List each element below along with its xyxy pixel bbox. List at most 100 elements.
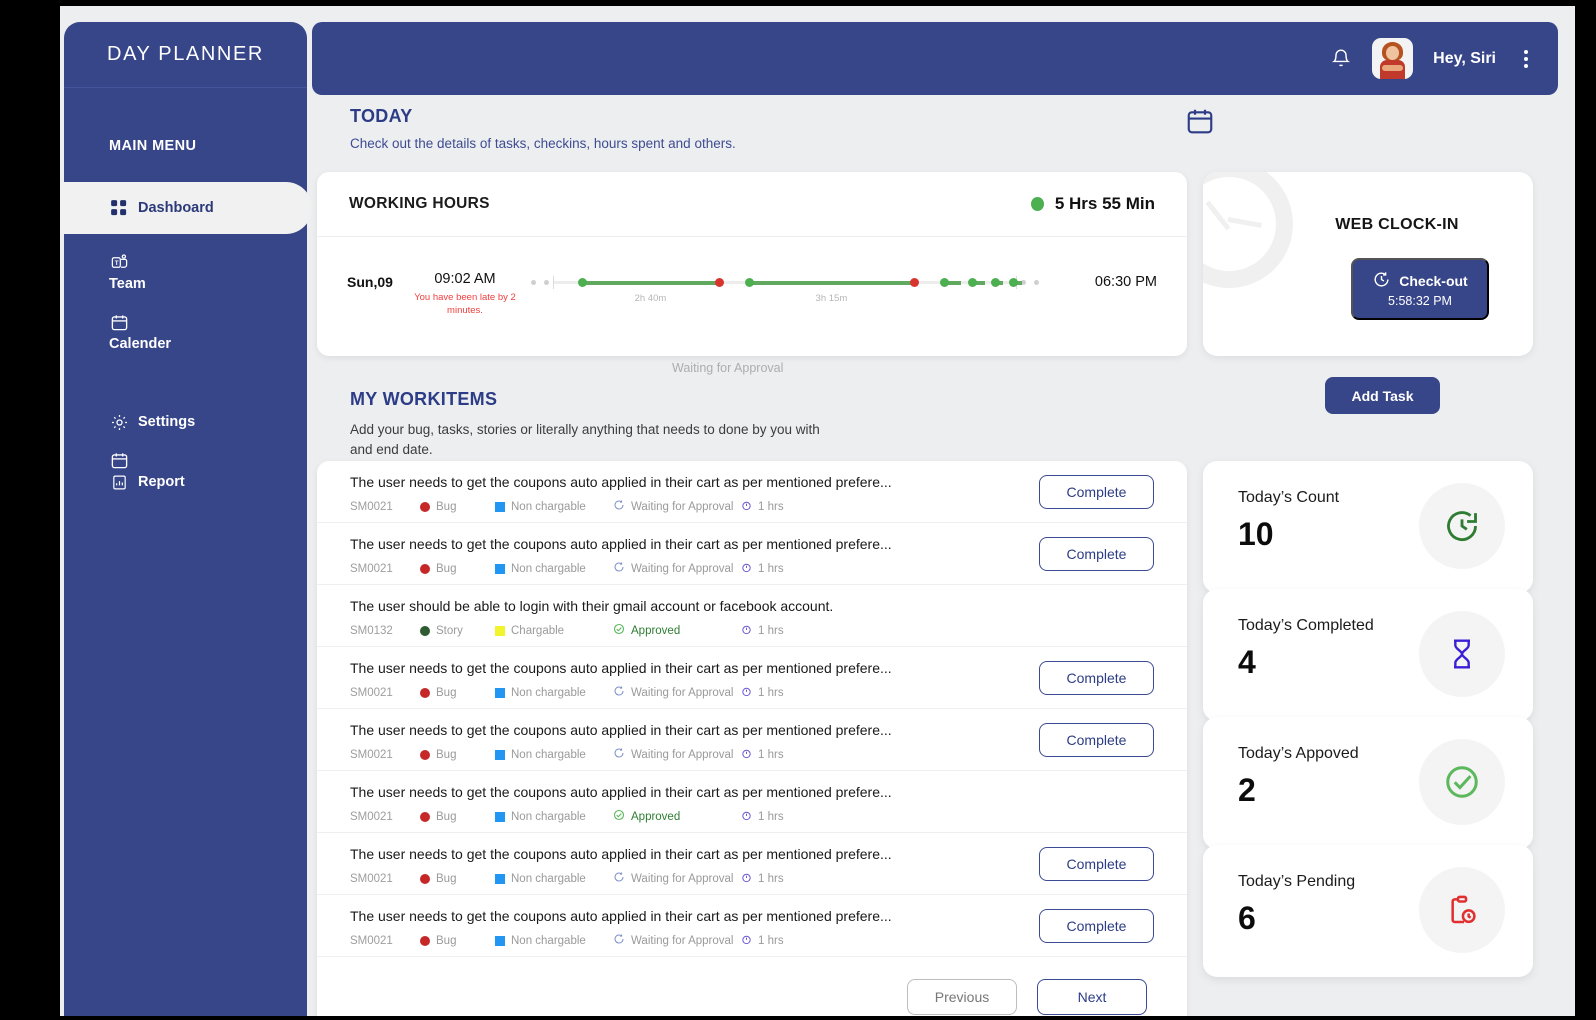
check-out-button[interactable]: Check-out 5:58:32 PM (1351, 258, 1489, 320)
workitem-type: Story (420, 625, 495, 637)
workitems-subtitle: Add your bug, tasks, stories or literall… (350, 422, 820, 457)
workitem-chargeability: Non chargable (495, 749, 613, 761)
complete-button[interactable]: Complete (1039, 661, 1154, 695)
table-row[interactable]: The user needs to get the coupons auto a… (317, 461, 1187, 523)
kebab-menu-icon[interactable] (1516, 47, 1536, 71)
sidebar-item-team[interactable]: T Team (64, 234, 307, 294)
workitem-id: SM0021 (350, 500, 393, 513)
hourglass-icon (1419, 611, 1505, 697)
stopwatch-icon (741, 934, 752, 948)
workitem-status: Approved (613, 623, 741, 638)
complete-button[interactable]: Complete (1039, 847, 1154, 881)
calendar-icon (109, 312, 129, 332)
workitem-id: SM0021 (350, 686, 393, 699)
workitem-hours: 1 hrs (741, 562, 801, 576)
sidebar-item-dashboard[interactable]: Dashboard (60, 182, 312, 234)
workitem-status: Waiting for Approval (613, 499, 741, 514)
complete-button[interactable]: Complete (1039, 475, 1154, 509)
checkout-time: 06:30 PM (1094, 274, 1157, 290)
table-row[interactable]: The user needs to get the coupons auto a… (317, 709, 1187, 771)
workitem-type-label: Bug (436, 686, 457, 699)
complete-button[interactable]: Complete (1039, 909, 1154, 943)
workitem-charge-label: Non chargable (511, 686, 586, 699)
pagination: Previous Next (317, 957, 1187, 1016)
table-row[interactable]: The user needs to get the coupons auto a… (317, 771, 1187, 833)
clipboard-clock-icon (1419, 867, 1505, 953)
page-title: TODAY (350, 106, 413, 126)
workitem-status-label: Waiting for Approval (631, 872, 734, 885)
workitem-charge-label: Non chargable (511, 872, 586, 885)
type-color-icon (420, 563, 430, 574)
workitem-meta: SM0021 Bug Non chargable Approved 1 hrs (350, 809, 1157, 824)
table-row[interactable]: The user needs to get the coupons auto a… (317, 895, 1187, 957)
workitem-type-label: Bug (436, 500, 457, 513)
workitem-type: Bug (420, 811, 495, 823)
workitem-status-label: Approved (631, 810, 681, 823)
workitem-status-label: Waiting for Approval (631, 748, 734, 761)
stat-label: Today’s Appoved (1238, 745, 1359, 762)
workitem-type-label: Bug (436, 562, 457, 575)
gear-icon (109, 412, 129, 432)
sidebar-item-label: Settings (138, 414, 196, 430)
next-page-button[interactable]: Next (1037, 979, 1147, 1015)
workitem-chargeability: Non chargable (495, 563, 613, 575)
workitem-description: The user needs to get the coupons auto a… (350, 908, 892, 924)
type-color-icon (420, 687, 430, 698)
stat-value: 10 (1238, 516, 1274, 552)
workitem-id: SM0021 (350, 562, 393, 575)
previous-page-button[interactable]: Previous (907, 979, 1017, 1015)
stopwatch-icon (741, 810, 752, 824)
workitem-hours-label: 1 hrs (758, 686, 784, 699)
clockin-title: WEB CLOCK-IN (1335, 216, 1459, 233)
sidebar-item-settings[interactable]: Settings (64, 382, 307, 432)
type-color-icon (420, 811, 430, 822)
workitem-status: Waiting for Approval (613, 871, 741, 886)
workitem-description: The user needs to get the coupons auto a… (350, 660, 892, 676)
stat-value: 2 (1238, 772, 1256, 808)
waiting-clock-icon (613, 685, 625, 700)
bell-icon[interactable] (1330, 47, 1352, 71)
add-task-button[interactable]: Add Task (1325, 377, 1440, 414)
sidebar-nav: Dashboard T Team Calender Settings Repor… (60, 182, 312, 492)
complete-button[interactable]: Complete (1039, 723, 1154, 757)
workitem-hours: 1 hrs (741, 686, 801, 700)
calendar-icon-secondary (109, 450, 129, 470)
workitem-hours-label: 1 hrs (758, 872, 784, 885)
workitem-meta: SM0021 Bug Non chargable Waiting for Approv… (350, 499, 1157, 514)
type-color-icon (420, 873, 430, 884)
late-note: You have been late by 2 minutes. (414, 292, 516, 316)
avatar[interactable] (1372, 38, 1414, 79)
table-row[interactable]: The user needs to get the coupons auto a… (317, 523, 1187, 585)
workitem-hours-label: 1 hrs (758, 562, 784, 575)
stat-card[interactable]: Today’s Completed 4 (1203, 589, 1533, 721)
stat-card[interactable]: Today’s Appoved 2 (1203, 717, 1533, 849)
checkout-button-label: Check-out (1399, 273, 1468, 289)
sidebar-section-title: MAIN MENU (109, 138, 197, 154)
calendar-icon[interactable] (1185, 106, 1215, 141)
workitem-id: SM0021 (350, 810, 393, 823)
workitem-status-label: Waiting for Approval (631, 562, 734, 575)
workitem-hours-label: 1 hrs (758, 500, 784, 513)
complete-button[interactable]: Complete (1039, 537, 1154, 571)
stat-card[interactable]: Today’s Count 10 (1203, 461, 1533, 593)
sidebar-item-report[interactable]: Report (64, 432, 307, 492)
stopwatch-icon (741, 748, 752, 762)
stat-card[interactable]: Today’s Pending 6 (1203, 845, 1533, 977)
workitem-chargeability: Non chargable (495, 687, 613, 699)
workitem-type: Bug (420, 873, 495, 885)
stopwatch-icon (741, 500, 752, 514)
waiting-clock-icon (613, 747, 625, 762)
waiting-clock-icon (613, 561, 625, 576)
timeline-segment-label: 3h 15m (815, 293, 848, 304)
checkout-button-row: Check-out (1372, 270, 1468, 292)
workitem-hours-label: 1 hrs (758, 624, 784, 637)
workitem-hours-label: 1 hrs (758, 810, 784, 823)
workitem-status: Waiting for Approval (613, 933, 741, 948)
table-row[interactable]: The user should be able to login with th… (317, 585, 1187, 647)
type-color-icon (420, 501, 430, 512)
sidebar-item-calender[interactable]: Calender (64, 294, 307, 354)
table-row[interactable]: The user needs to get the coupons auto a… (317, 647, 1187, 709)
stat-label: Today’s Pending (1238, 873, 1356, 890)
table-row[interactable]: The user needs to get the coupons auto a… (317, 833, 1187, 895)
